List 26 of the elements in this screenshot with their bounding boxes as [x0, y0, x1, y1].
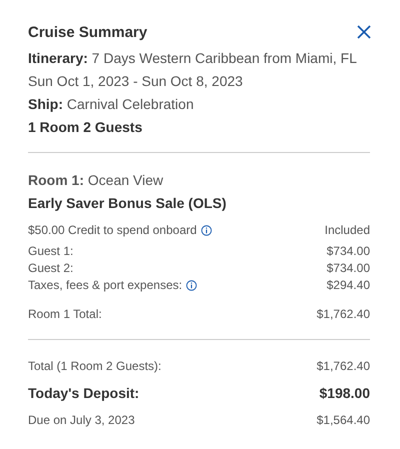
total-amount: $1,564.40 — [316, 412, 370, 429]
trip-detail: Sun Oct 1, 2023 - Sun Oct 8, 2023 — [28, 72, 244, 90]
close-icon[interactable] — [356, 24, 372, 40]
line-item-label: $50.00 Credit to spend onboard — [28, 222, 197, 239]
total-label: Due on July 3, 2023 — [28, 412, 135, 429]
total-label: Total (1 Room 2 Guests): — [28, 358, 162, 375]
info-icon[interactable] — [200, 225, 212, 236]
line-item-label: Guest 2: — [28, 260, 74, 277]
trip-detail: Ship: Carnival Celebration — [28, 95, 195, 113]
guest-summary: 1 Room 2 Guests — [28, 118, 144, 136]
room-total-label: Room 1 Total: — [28, 306, 102, 323]
total-label: Today's Deposit: — [28, 384, 140, 402]
line-item-amount: Included — [324, 222, 370, 239]
panel-title: Cruise Summary — [28, 24, 148, 40]
line-item-amount: $734.00 — [326, 260, 370, 277]
promotion-name: Early Saver Bonus Sale (OLS) — [28, 194, 228, 212]
room-total-amount: $1,762.40 — [316, 306, 370, 323]
trip-detail: Itinerary: 7 Days Western Caribbean from Miami, FL — [28, 49, 358, 67]
line-item-label: Guest 1: — [28, 243, 74, 260]
total-amount: $1,762.40 — [316, 358, 370, 375]
line-item-amount: $734.00 — [326, 243, 370, 260]
room-heading: Room 1: Ocean View — [28, 171, 164, 189]
line-item-amount: $294.40 — [326, 277, 370, 294]
total-amount: $198.00 — [319, 384, 370, 402]
info-icon[interactable] — [186, 280, 198, 291]
line-item-label: Taxes, fees & port expenses: — [28, 277, 182, 294]
